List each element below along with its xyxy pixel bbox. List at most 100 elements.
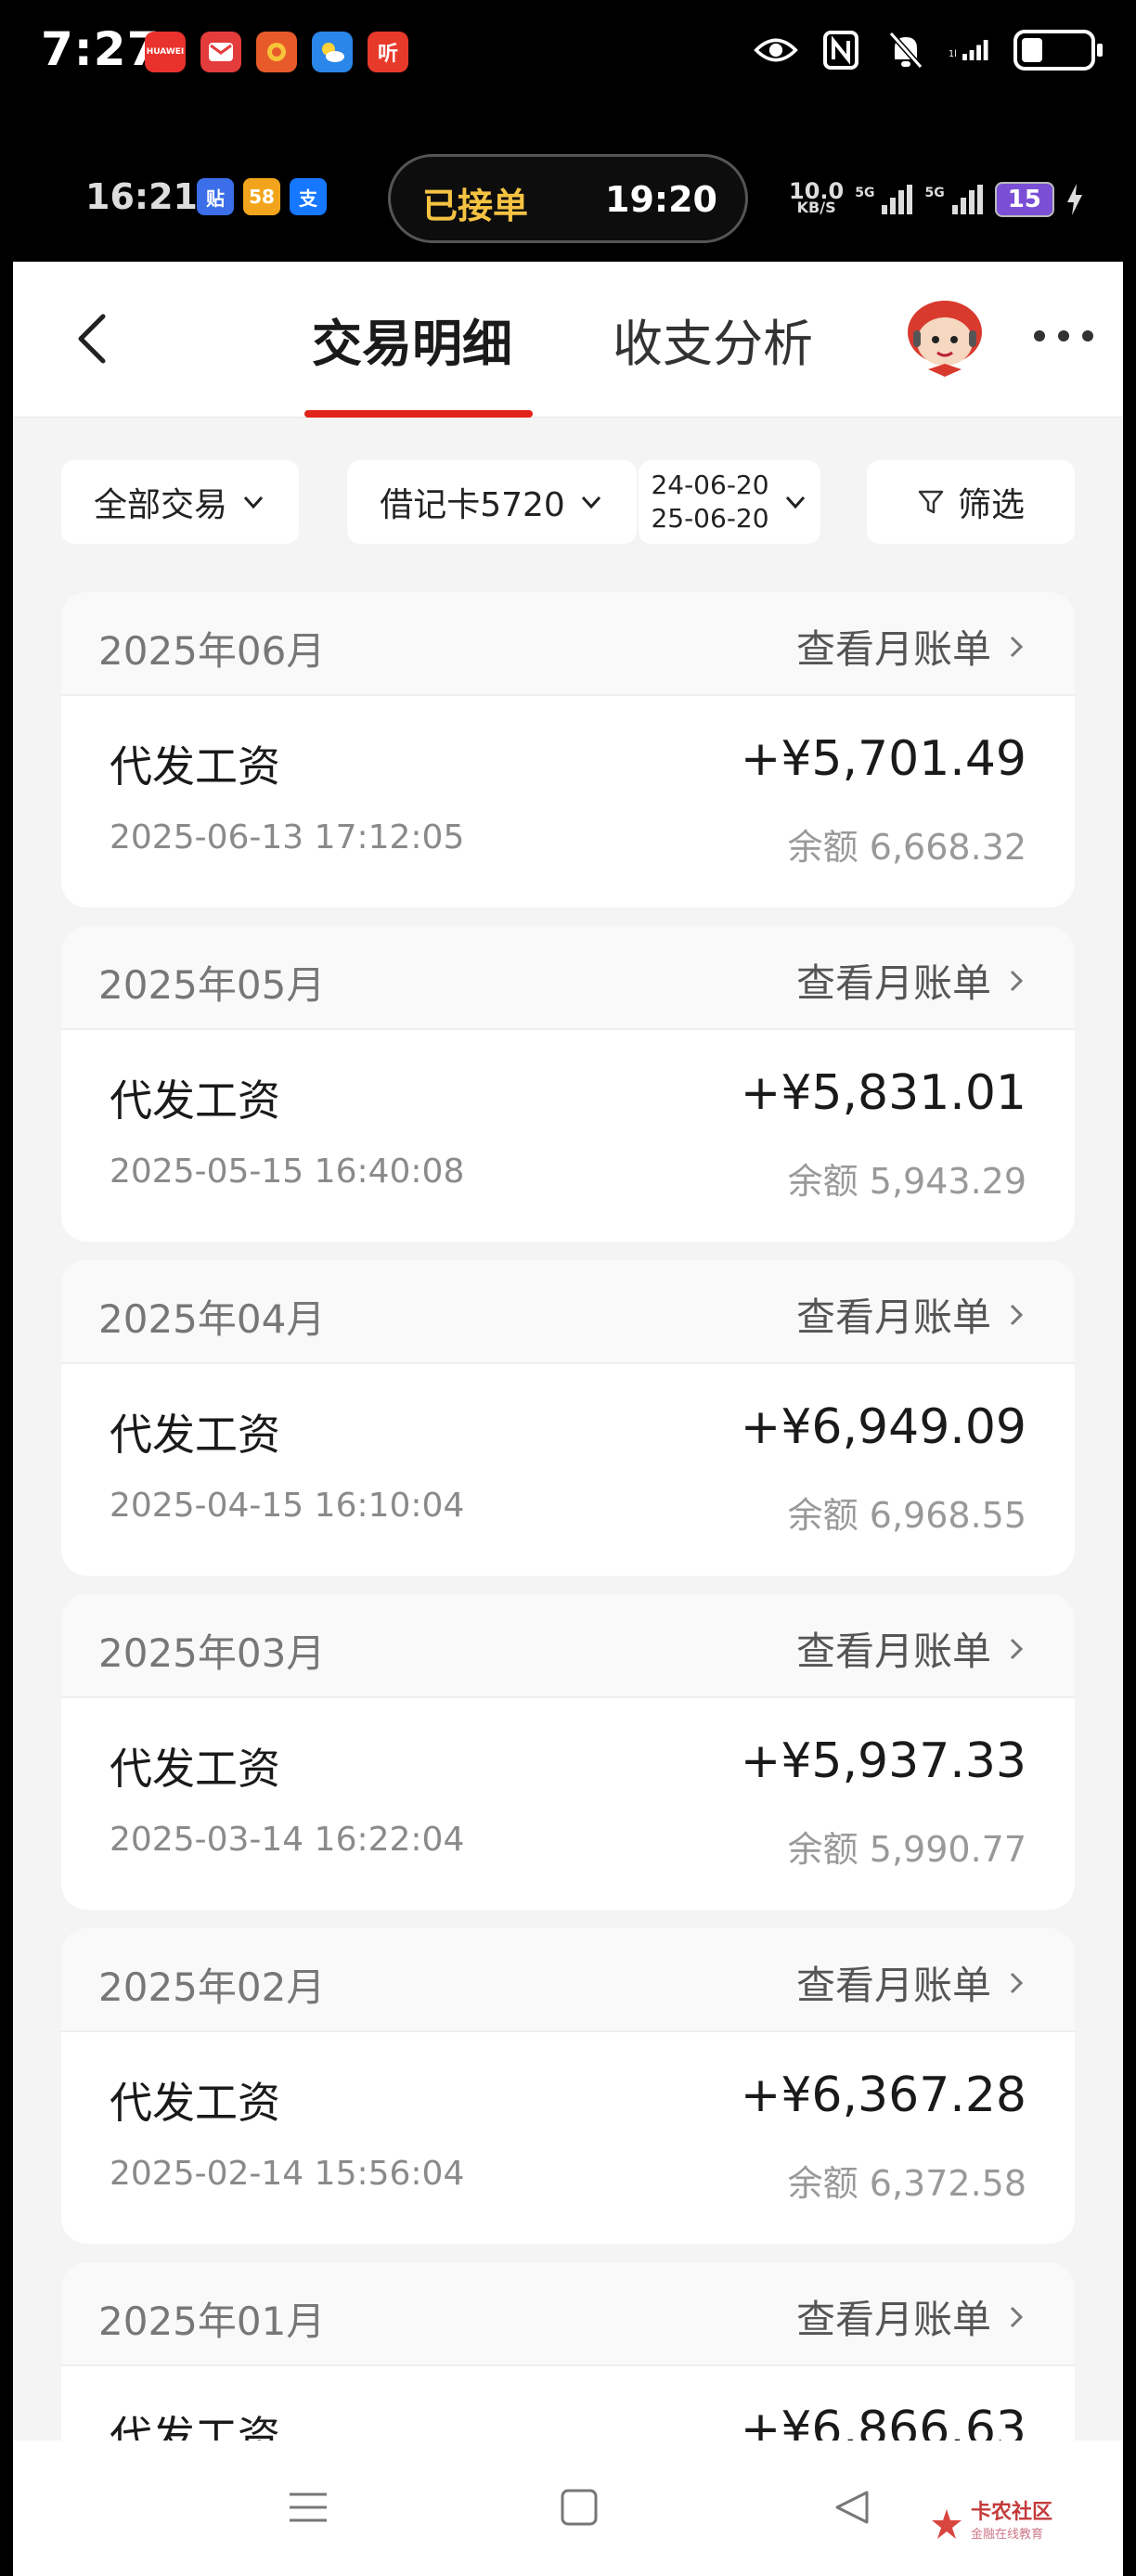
view-monthly-bill-label: 查看月账单 — [795, 626, 991, 672]
system-status-bar: 7:27 HUAWEI 听 1l — [0, 0, 1136, 104]
tab-transaction-details[interactable]: 交易明细 — [312, 303, 512, 376]
transaction-item[interactable]: 代发工资 +¥6,866.63 — [61, 2366, 1075, 2441]
transaction-item[interactable]: 代发工资 2025-03-14 16:22:04 +¥5,937.33 余额 5… — [61, 1698, 1075, 1910]
view-monthly-bill-link[interactable]: 查看月账单 — [796, 1954, 1028, 2011]
balance-value: 5,943.29 — [869, 1161, 1026, 1202]
transaction-balance: 余额 6,968.55 — [788, 1487, 1026, 1538]
order-status-pill[interactable]: 已接单 19:20 — [388, 154, 748, 243]
balance-value: 6,668.32 — [869, 827, 1026, 868]
filter-bar: 全部交易 借记卡5720 24-06-20 25-06-20 筛选 — [13, 460, 1123, 544]
view-monthly-bill-label: 查看月账单 — [795, 1629, 991, 1674]
balance-label: 余额 — [787, 1829, 858, 1870]
monthly-transaction-list: 2025年06月 查看月账单 代发工资 2025-06-13 17:12:05 … — [61, 592, 1075, 2441]
month-header: 2025年06月 查看月账单 — [61, 592, 1075, 696]
view-monthly-bill-link[interactable]: 查看月账单 — [796, 952, 1028, 1009]
chevron-right-icon — [1010, 1972, 1024, 1993]
charging-icon — [1066, 184, 1082, 215]
card-label: 借记卡5720 — [380, 486, 565, 524]
more-options-button[interactable] — [1034, 317, 1093, 354]
date-start: 24-06-20 — [651, 470, 769, 500]
transaction-amount: +¥6,949.09 — [740, 1399, 1026, 1455]
balance-value: 6,968.55 — [869, 1495, 1026, 1536]
view-monthly-bill-link[interactable]: 查看月账单 — [796, 618, 1028, 675]
weather-icon — [312, 32, 353, 72]
transaction-time: 2025-04-15 16:10:04 — [110, 1487, 465, 1525]
balance-label: 余额 — [787, 2163, 858, 2204]
net-speed-value: 10.0 — [789, 178, 845, 204]
watermark-text: 卡农社区 金融在线教育 — [971, 2502, 1052, 2546]
signal-icon — [882, 185, 913, 214]
month-section: 2025年01月 查看月账单 代发工资 +¥6,866.63 — [61, 2262, 1075, 2441]
view-monthly-bill-label: 查看月账单 — [795, 1963, 991, 2008]
back-arrow-icon — [78, 314, 106, 364]
huawei-appgallery-icon: HUAWEI — [145, 32, 186, 72]
filter-label: 筛选 — [957, 486, 1025, 524]
month-title: 2025年06月 — [98, 628, 326, 674]
month-title: 2025年02月 — [98, 1964, 326, 2010]
balance-label: 余额 — [787, 827, 858, 868]
mail-icon — [200, 32, 241, 72]
active-tab-indicator — [304, 410, 533, 418]
view-monthly-bill-link[interactable]: 查看月账单 — [796, 1286, 1028, 1343]
month-section: 2025年03月 查看月账单 代发工资 2025-03-14 16:22:04 … — [61, 1594, 1075, 1910]
inner-clock: 16:21 — [85, 176, 198, 217]
view-monthly-bill-link[interactable]: 查看月账单 — [796, 2288, 1028, 2345]
notification-icons: HUAWEI 听 — [145, 32, 408, 72]
system-clock: 7:27 — [41, 22, 161, 76]
nfc-icon — [819, 28, 863, 72]
transaction-balance: 余额 5,943.29 — [788, 1153, 1026, 1204]
more-dot-icon — [1082, 330, 1093, 341]
tab-income-analysis[interactable]: 收支分析 — [613, 303, 813, 376]
month-header: 2025年02月 查看月账单 — [61, 1928, 1075, 2032]
date-range-dropdown[interactable]: 24-06-20 25-06-20 — [639, 460, 820, 544]
system-indicators: 1l — [754, 28, 1103, 72]
view-monthly-bill-link[interactable]: 查看月账单 — [796, 1620, 1028, 1677]
card-select-dropdown[interactable]: 借记卡5720 — [347, 460, 637, 544]
month-title: 2025年05月 — [98, 962, 326, 1008]
order-time-text: 19:20 — [605, 179, 717, 220]
menu-icon — [290, 2492, 327, 2522]
inner-indicators: 10.0 KB/S 5G 5G 15 — [789, 178, 1084, 217]
order-status-text: 已接单 — [422, 186, 529, 226]
nav-menu-button[interactable] — [278, 2478, 338, 2537]
balance-label: 余额 — [787, 1495, 858, 1536]
transaction-item[interactable]: 代发工资 2025-02-14 15:56:04 +¥6,367.28 余额 6… — [61, 2032, 1075, 2244]
transaction-item[interactable]: 代发工资 2025-05-15 16:40:08 +¥5,831.01 余额 5… — [61, 1030, 1075, 1242]
all-transactions-label: 全部交易 — [93, 486, 227, 524]
watermark-logo-icon — [932, 2509, 962, 2539]
filter-button[interactable]: 筛选 — [867, 460, 1075, 544]
balance-label: 余额 — [787, 1161, 858, 1202]
transaction-name: 代发工资 — [110, 1075, 280, 1126]
transaction-item[interactable]: 代发工资 2025-04-15 16:10:04 +¥6,949.09 余额 6… — [61, 1364, 1075, 1576]
all-transactions-dropdown[interactable]: 全部交易 — [61, 460, 299, 544]
game-icon — [256, 32, 297, 72]
nav-home-button[interactable] — [549, 2478, 609, 2537]
nav-back-button[interactable] — [822, 2478, 882, 2537]
month-header: 2025年03月 查看月账单 — [61, 1594, 1075, 1698]
chevron-right-icon — [1010, 970, 1024, 991]
watermark-title: 卡农社区 — [971, 2501, 1053, 2524]
transaction-time: 2025-05-15 16:40:08 — [110, 1153, 465, 1191]
signal-label-2: 5G — [924, 186, 945, 200]
58-icon: 58 — [243, 178, 280, 215]
balance-value: 6,372.58 — [869, 2163, 1026, 2204]
transaction-name: 代发工资 — [110, 1744, 280, 1794]
chevron-right-icon — [1010, 1304, 1024, 1325]
balance-value: 5,990.77 — [869, 1829, 1026, 1870]
assistant-mascot-icon[interactable] — [900, 295, 989, 379]
month-section: 2025年02月 查看月账单 代发工资 2025-02-14 15:56:04 … — [61, 1928, 1075, 2244]
transaction-item[interactable]: 代发工资 2025-06-13 17:12:05 +¥5,701.49 余额 6… — [61, 696, 1075, 908]
net-speed: 10.0 KB/S — [789, 178, 845, 216]
back-button[interactable] — [59, 306, 124, 371]
inner-status-bar: 16:21 贴 58 支 已接单 19:20 10.0 KB/S 5G 5G 1… — [0, 104, 1136, 262]
view-monthly-bill-label: 查看月账单 — [795, 1294, 991, 1340]
month-section: 2025年05月 查看月账单 代发工资 2025-05-15 16:40:08 … — [61, 926, 1075, 1242]
view-monthly-bill-label: 查看月账单 — [795, 2297, 991, 2342]
month-section: 2025年06月 查看月账单 代发工资 2025-06-13 17:12:05 … — [61, 592, 1075, 908]
month-title: 2025年01月 — [98, 2299, 326, 2344]
month-title: 2025年03月 — [98, 1630, 326, 1676]
date-range: 24-06-20 25-06-20 — [651, 469, 768, 535]
transaction-amount: +¥6,866.63 — [740, 2402, 1026, 2441]
listen-icon: 听 — [368, 32, 408, 72]
net-speed-unit: KB/S — [796, 199, 836, 216]
